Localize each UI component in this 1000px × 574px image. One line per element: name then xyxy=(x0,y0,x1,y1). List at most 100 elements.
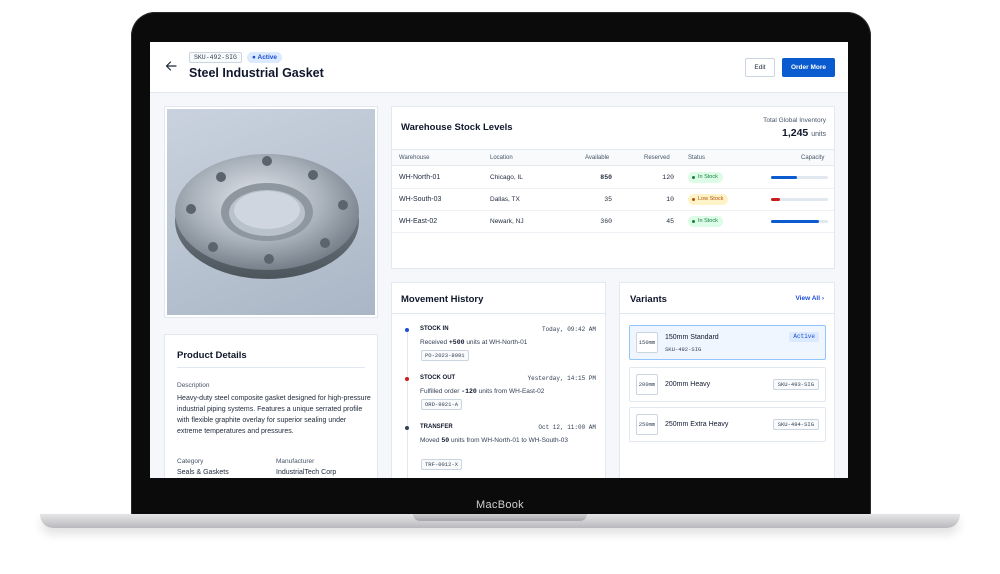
view-all-label: View All xyxy=(795,295,821,302)
event-time: Oct 12, 11:00 AM xyxy=(538,424,596,431)
divider xyxy=(620,313,834,314)
variants-card: Variants View All › 150mm 150mm Standard… xyxy=(619,282,835,478)
view-all-link[interactable]: View All › xyxy=(795,295,824,302)
timeline-dot xyxy=(405,377,409,381)
available-cell: 35 xyxy=(604,196,612,203)
variant-active-badge: Active xyxy=(789,332,819,342)
event-description: Fulfilled order -120 units from WH-East-… xyxy=(420,387,598,397)
event-text: units at WH-North-01 xyxy=(464,339,528,346)
location-cell: Chicago, IL xyxy=(490,174,523,181)
event-type: TRANSFER xyxy=(420,424,453,430)
reserved-cell: 120 xyxy=(662,174,674,181)
app-screen: SKU-492-SIG ● Active Steel Industrial Ga… xyxy=(150,42,848,478)
event-qty: 50 xyxy=(441,437,450,444)
event-qty: -120 xyxy=(461,388,477,395)
event-text: Fulfilled order xyxy=(420,388,462,395)
stock-table-header: Warehouse Location Available Reserved St… xyxy=(392,149,834,166)
status-badge: Low Stock xyxy=(688,194,729,205)
variant-name: 250mm Extra Heavy xyxy=(665,421,729,428)
manufacturer-value: IndustrialTech Corp xyxy=(276,469,337,476)
variant-sku: SKU-492-SIG xyxy=(665,346,702,353)
variant-item[interactable]: 150mm 150mm Standard SKU-492-SIG Active xyxy=(629,325,826,360)
edit-button[interactable]: Edit xyxy=(745,58,775,77)
available-cell: 360 xyxy=(600,218,612,225)
location-cell: Newark, NJ xyxy=(490,218,524,225)
table-row[interactable]: WH-South-03 Dallas, TX 35 10 Low Stock xyxy=(392,189,834,211)
variant-sku: SKU-494-SIG xyxy=(772,419,819,430)
event-type: STOCK IN xyxy=(420,326,449,332)
category-value: Seals & Gaskets xyxy=(177,469,229,476)
divider xyxy=(392,313,605,314)
variant-item[interactable]: 250mm 250mm Extra Heavy SKU-494-SIG xyxy=(629,407,826,442)
product-image[interactable] xyxy=(167,109,375,315)
event-text: Moved xyxy=(420,437,442,444)
column-header[interactable]: Status xyxy=(688,155,705,161)
event-time: Today, 09:42 AM xyxy=(541,326,596,333)
order-more-button[interactable]: Order More xyxy=(782,58,835,77)
divider xyxy=(177,367,365,368)
movement-history-card: Movement History STOCK IN Today, 09:42 A… xyxy=(391,282,606,478)
variant-name: 150mm Standard xyxy=(665,334,719,341)
product-image-card xyxy=(164,106,378,318)
capacity-bar xyxy=(771,220,828,223)
event-text: units from WH-East-02 xyxy=(476,388,545,395)
chevron-right-icon: › xyxy=(821,295,824,302)
status-badge: ● Active xyxy=(247,52,283,63)
available-cell: 850 xyxy=(600,174,612,181)
event-text: units from WH-North-01 to WH-South-03 xyxy=(449,437,568,444)
device-brand: MacBook xyxy=(476,499,524,511)
capacity-bar xyxy=(771,176,828,179)
timeline-event[interactable]: STOCK OUT Yesterday, 14:15 PM Fulfilled … xyxy=(392,374,605,422)
movement-title: Movement History xyxy=(401,294,484,305)
column-header[interactable]: Location xyxy=(490,155,513,161)
table-row[interactable]: WH-North-01 Chicago, IL 850 120 In Stock xyxy=(392,167,834,189)
capacity-bar-fill xyxy=(771,176,797,179)
description-text: Heavy-duty steel composite gasket design… xyxy=(177,395,371,435)
page-title: Steel Industrial Gasket xyxy=(189,66,324,80)
reserved-cell: 45 xyxy=(666,218,674,225)
product-details-card: Product Details Description Heavy-duty s… xyxy=(164,334,378,478)
event-text: Received xyxy=(420,339,449,346)
event-qty: +500 xyxy=(448,339,465,346)
variant-item[interactable]: 200mm 200mm Heavy SKU-493-SIG xyxy=(629,367,826,402)
warehouse-cell: WH-North-01 xyxy=(399,174,441,181)
status-badge: In Stock xyxy=(688,216,723,227)
event-description: Moved 50 units from WH-North-01 to WH-So… xyxy=(420,436,598,446)
product-details-title: Product Details xyxy=(177,350,247,361)
event-description: Received +500 units at WH-North-01 xyxy=(420,338,598,348)
event-reference[interactable]: PO-2023-8991 xyxy=(421,350,469,361)
total-inventory-value: 1,245 units xyxy=(782,127,826,139)
laptop-notch xyxy=(413,514,587,521)
timeline-event[interactable]: STOCK IN Today, 09:42 AM Received +500 u… xyxy=(392,325,605,373)
page-header: SKU-492-SIG ● Active Steel Industrial Ga… xyxy=(150,42,848,93)
sku-badge: SKU-492-SIG xyxy=(189,52,242,63)
column-header[interactable]: Reserved xyxy=(644,155,670,161)
variants-title: Variants xyxy=(630,294,667,305)
event-time: Yesterday, 14:15 PM xyxy=(527,375,596,382)
variant-sku: SKU-493-SIG xyxy=(772,379,819,390)
event-reference[interactable]: TRF-0012-X xyxy=(421,459,463,470)
reserved-cell: 10 xyxy=(666,196,674,203)
total-inventory-unit: units xyxy=(811,131,826,138)
timeline-event[interactable]: TRANSFER Oct 12, 11:00 AM Moved 50 units… xyxy=(392,423,605,478)
variant-thumbnail: 150mm xyxy=(636,332,658,353)
variant-name: 200mm Heavy xyxy=(665,381,711,388)
warehouse-cell: WH-South-03 xyxy=(399,196,442,203)
capacity-bar-fill xyxy=(771,220,820,223)
gasket-image xyxy=(175,154,359,279)
category-label: Category xyxy=(177,458,204,465)
column-header[interactable]: Capacity xyxy=(801,155,824,161)
stock-title: Warehouse Stock Levels xyxy=(401,122,513,133)
timeline-dot xyxy=(405,328,409,332)
table-row[interactable]: WH-East-02 Newark, NJ 360 45 In Stock xyxy=(392,211,834,233)
column-header[interactable]: Available xyxy=(585,155,609,161)
variant-thumbnail: 250mm xyxy=(636,414,658,435)
description-label: Description xyxy=(177,382,210,389)
event-type: STOCK OUT xyxy=(420,375,456,381)
capacity-bar xyxy=(771,198,828,201)
event-reference[interactable]: ORD-9921-A xyxy=(421,399,463,410)
column-header[interactable]: Warehouse xyxy=(399,155,429,161)
warehouse-cell: WH-East-02 xyxy=(399,218,438,225)
back-arrow-icon[interactable] xyxy=(164,59,178,73)
manufacturer-label: Manufacturer xyxy=(276,458,315,465)
